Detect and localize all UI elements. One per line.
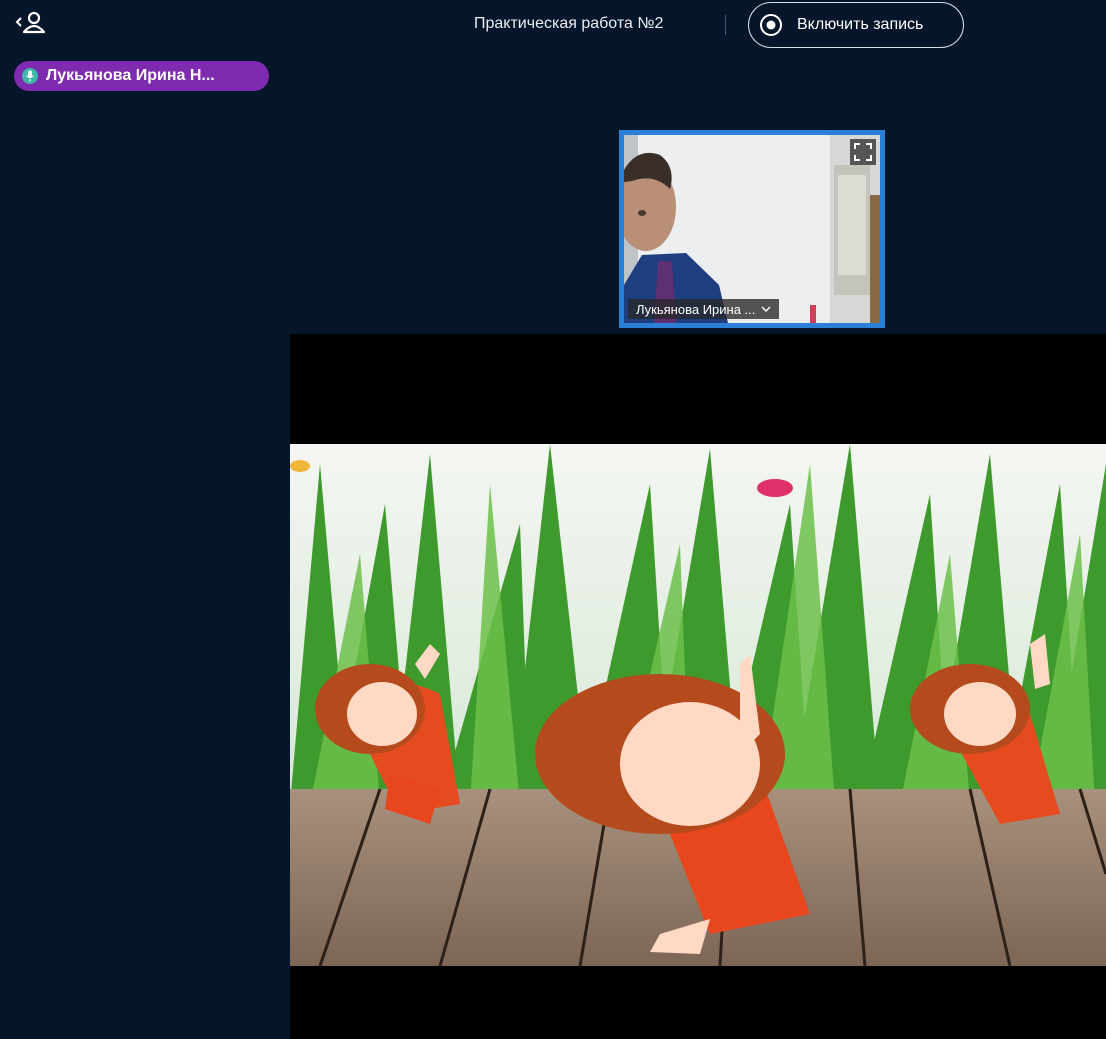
talking-user-name: Лукьянова Ирина Н... [46, 67, 215, 84]
fullscreen-icon [854, 143, 872, 161]
shared-video-frame [290, 334, 1106, 1039]
fullscreen-button[interactable] [850, 139, 876, 165]
chevron-down-icon [761, 306, 771, 312]
webcam-tile[interactable]: Лукьянова Ирина ... [619, 130, 885, 328]
webcam-user-name: Лукьянова Ирина ... [636, 301, 756, 317]
top-bar: Практическая работа №2 Включить запись [0, 0, 1106, 50]
user-list-toggle-icon [15, 11, 46, 34]
meeting-title: Практическая работа №2 [474, 15, 664, 32]
microphone-icon [22, 68, 38, 84]
start-recording-button[interactable]: Включить запись [748, 2, 964, 48]
webcam-name-tag[interactable]: Лукьянова Ирина ... [628, 299, 780, 319]
title-divider [725, 15, 726, 35]
record-icon [759, 13, 783, 37]
screen-share-area[interactable] [290, 334, 1106, 1039]
users-list-toggle[interactable] [14, 8, 50, 38]
record-label: Включить запись [797, 16, 924, 33]
webcam-video [624, 135, 880, 323]
talking-indicator[interactable]: Лукьянова Ирина Н... [14, 61, 269, 91]
